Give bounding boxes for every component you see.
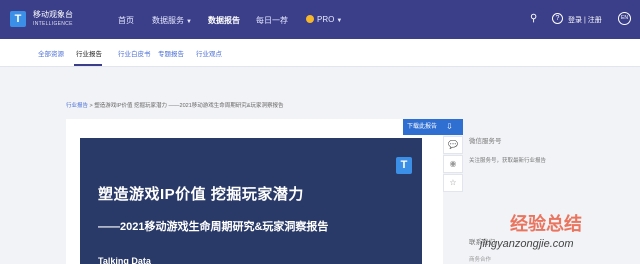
wechat-service-desc: 关注服务号，获取最新行业报告 <box>469 158 547 164</box>
top-navbar: T 移动观象台 INTELLIGENCE 首页 数据服务 ▼ 数据报告 每日一荐 … <box>0 0 640 39</box>
watermark-text: 经验总结 <box>510 214 582 234</box>
nav-data-service[interactable]: 数据服务 ▼ <box>152 15 192 26</box>
login-register-link[interactable]: 登录 | 注册 <box>568 15 602 25</box>
app-subtitle: INTELLIGENCE <box>33 21 73 27</box>
chevron-down-icon: ▼ <box>336 18 343 24</box>
nav-pro[interactable]: PRO ▼ <box>306 15 342 24</box>
pro-badge-icon <box>306 15 314 23</box>
tab-special-report[interactable]: 专题报告 <box>158 48 184 58</box>
app-name[interactable]: 移动观象台 <box>33 10 73 19</box>
nav-daily-pick[interactable]: 每日一荐 <box>256 15 288 26</box>
sub-navbar: 全部资源 行业报告 行业白皮书 专题报告 行业观点 <box>0 39 640 67</box>
active-tab-indicator <box>74 64 102 66</box>
nav-data-service-label: 数据服务 <box>152 16 184 25</box>
breadcrumb-current: 塑造游戏IP价值 挖掘玩家潜力 ——2021移动游戏生命周期研究&玩家洞察报告 <box>94 103 284 109</box>
search-icon[interactable]: ⚲ <box>530 13 537 24</box>
tab-industry-report[interactable]: 行业报告 <box>76 48 102 58</box>
nav-home[interactable]: 首页 <box>118 15 134 26</box>
nav-data-report[interactable]: 数据报告 <box>208 15 240 26</box>
chevron-down-icon: ▼ <box>186 19 192 25</box>
language-switch[interactable]: EN <box>618 12 631 25</box>
wechat-service-title: 微信服务号 <box>469 138 502 145</box>
download-icon[interactable]: ⇩ <box>446 122 453 131</box>
logo-icon[interactable]: T <box>10 11 26 27</box>
breadcrumb-link[interactable]: 行业报告 <box>66 103 88 109</box>
report-cover-footer: Talking Data <box>98 256 151 264</box>
report-subtitle: ——2021移动游戏生命周期研究&玩家洞察报告 <box>98 221 329 233</box>
cover-logo-icon: T <box>396 157 412 174</box>
tab-all-resources[interactable]: 全部资源 <box>38 48 64 58</box>
share-toolbar: 💬 ◉ ☆ <box>443 136 463 196</box>
breadcrumb: 行业报告 > 塑造游戏IP价值 挖掘玩家潜力 ——2021移动游戏生命周期研究&… <box>66 101 283 109</box>
weibo-icon[interactable]: ◉ <box>443 155 463 173</box>
tab-whitepaper[interactable]: 行业白皮书 <box>118 48 151 58</box>
watermark-url: jingyanzongjie.com <box>480 238 574 250</box>
tab-industry-view[interactable]: 行业观点 <box>196 48 222 58</box>
contact-row: 商务合作 <box>469 257 492 263</box>
star-icon[interactable]: ☆ <box>443 174 463 192</box>
nav-pro-label: PRO <box>317 15 335 24</box>
download-report-button[interactable]: 下载此报告 <box>403 119 463 135</box>
help-icon[interactable]: ? <box>552 13 563 24</box>
wechat-icon[interactable]: 💬 <box>443 136 463 154</box>
report-title: 塑造游戏IP价值 挖掘玩家潜力 <box>98 186 304 203</box>
